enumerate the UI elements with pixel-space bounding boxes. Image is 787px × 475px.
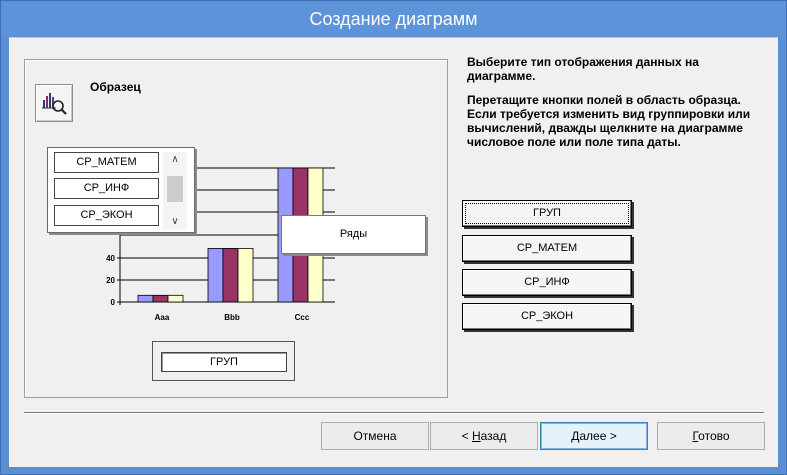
y-tick-label: 20	[106, 276, 115, 285]
data-fields-listbox[interactable]: СР_МАТЕМ СР_ИНФ СР_ЭКОН ∧ ∨	[47, 147, 195, 233]
field-button-sr-ekon[interactable]: СР_ЭКОН	[462, 303, 632, 330]
finish-button[interactable]: Готово	[657, 422, 765, 450]
bar	[167, 294, 184, 303]
y-tick-label: 40	[106, 254, 115, 263]
y-tick-label: 0	[111, 298, 116, 307]
back-prefix: <	[461, 429, 472, 443]
x-tick-label: Ccc	[295, 313, 310, 322]
cancel-button[interactable]: Отмена	[321, 422, 429, 450]
instruction-paragraph: Перетащите кнопки полей в область образц…	[467, 93, 751, 149]
bar	[222, 247, 239, 303]
window-title: Создание диаграмм	[1, 1, 786, 37]
bar	[207, 247, 224, 303]
chart-wizard-window: Создание диаграмм Образец 0 20 40 Aaa Bbb Ccc…	[0, 0, 787, 475]
back-rest: азад	[480, 429, 507, 443]
field-button-sr-inf[interactable]: СР_ИНФ	[462, 269, 632, 296]
x-tick-label: Aaa	[155, 313, 170, 322]
axis-drop-zone[interactable]: ГРУП	[152, 341, 295, 381]
series-drop-zone[interactable]: Ряды	[281, 215, 426, 254]
finish-rest: отово	[698, 429, 730, 443]
instruction-paragraph: Выберите тип отображения данных на диагр…	[467, 55, 699, 83]
scroll-thumb[interactable]	[167, 176, 183, 202]
bar	[152, 294, 169, 303]
fields-scrollbar[interactable]: ∧ ∨	[163, 152, 187, 230]
scroll-down-arrow-icon[interactable]: ∨	[163, 214, 187, 230]
next-button[interactable]: Далее >	[540, 422, 648, 450]
data-field-item[interactable]: СР_МАТЕМ	[54, 152, 159, 173]
bar	[137, 294, 154, 303]
back-accel: Н	[471, 429, 481, 443]
scroll-up-arrow-icon[interactable]: ∧	[163, 152, 187, 168]
bar	[237, 247, 254, 303]
field-button-sr-matem[interactable]: СР_МАТЕМ	[462, 235, 632, 262]
field-button-grup[interactable]: ГРУП	[462, 200, 632, 227]
instructions: Выберите тип отображения данных на диагр…	[467, 55, 757, 159]
footer-separator	[24, 412, 764, 414]
sample-panel: Образец 0 20 40 Aaa Bbb Ccc СР_МАТЕМ СР_ИНФ С…	[24, 59, 448, 398]
data-field-item[interactable]: СР_ЭКОН	[54, 205, 159, 226]
next-rest: алее >	[579, 429, 617, 443]
data-field-item[interactable]: СР_ИНФ	[54, 178, 159, 199]
back-button[interactable]: < Назад	[430, 422, 538, 450]
wizard-client-area: Образец 0 20 40 Aaa Bbb Ccc СР_МАТЕМ СР_ИНФ С…	[9, 37, 778, 467]
x-tick-label: Bbb	[224, 313, 240, 322]
axis-field-item[interactable]: ГРУП	[161, 352, 287, 372]
